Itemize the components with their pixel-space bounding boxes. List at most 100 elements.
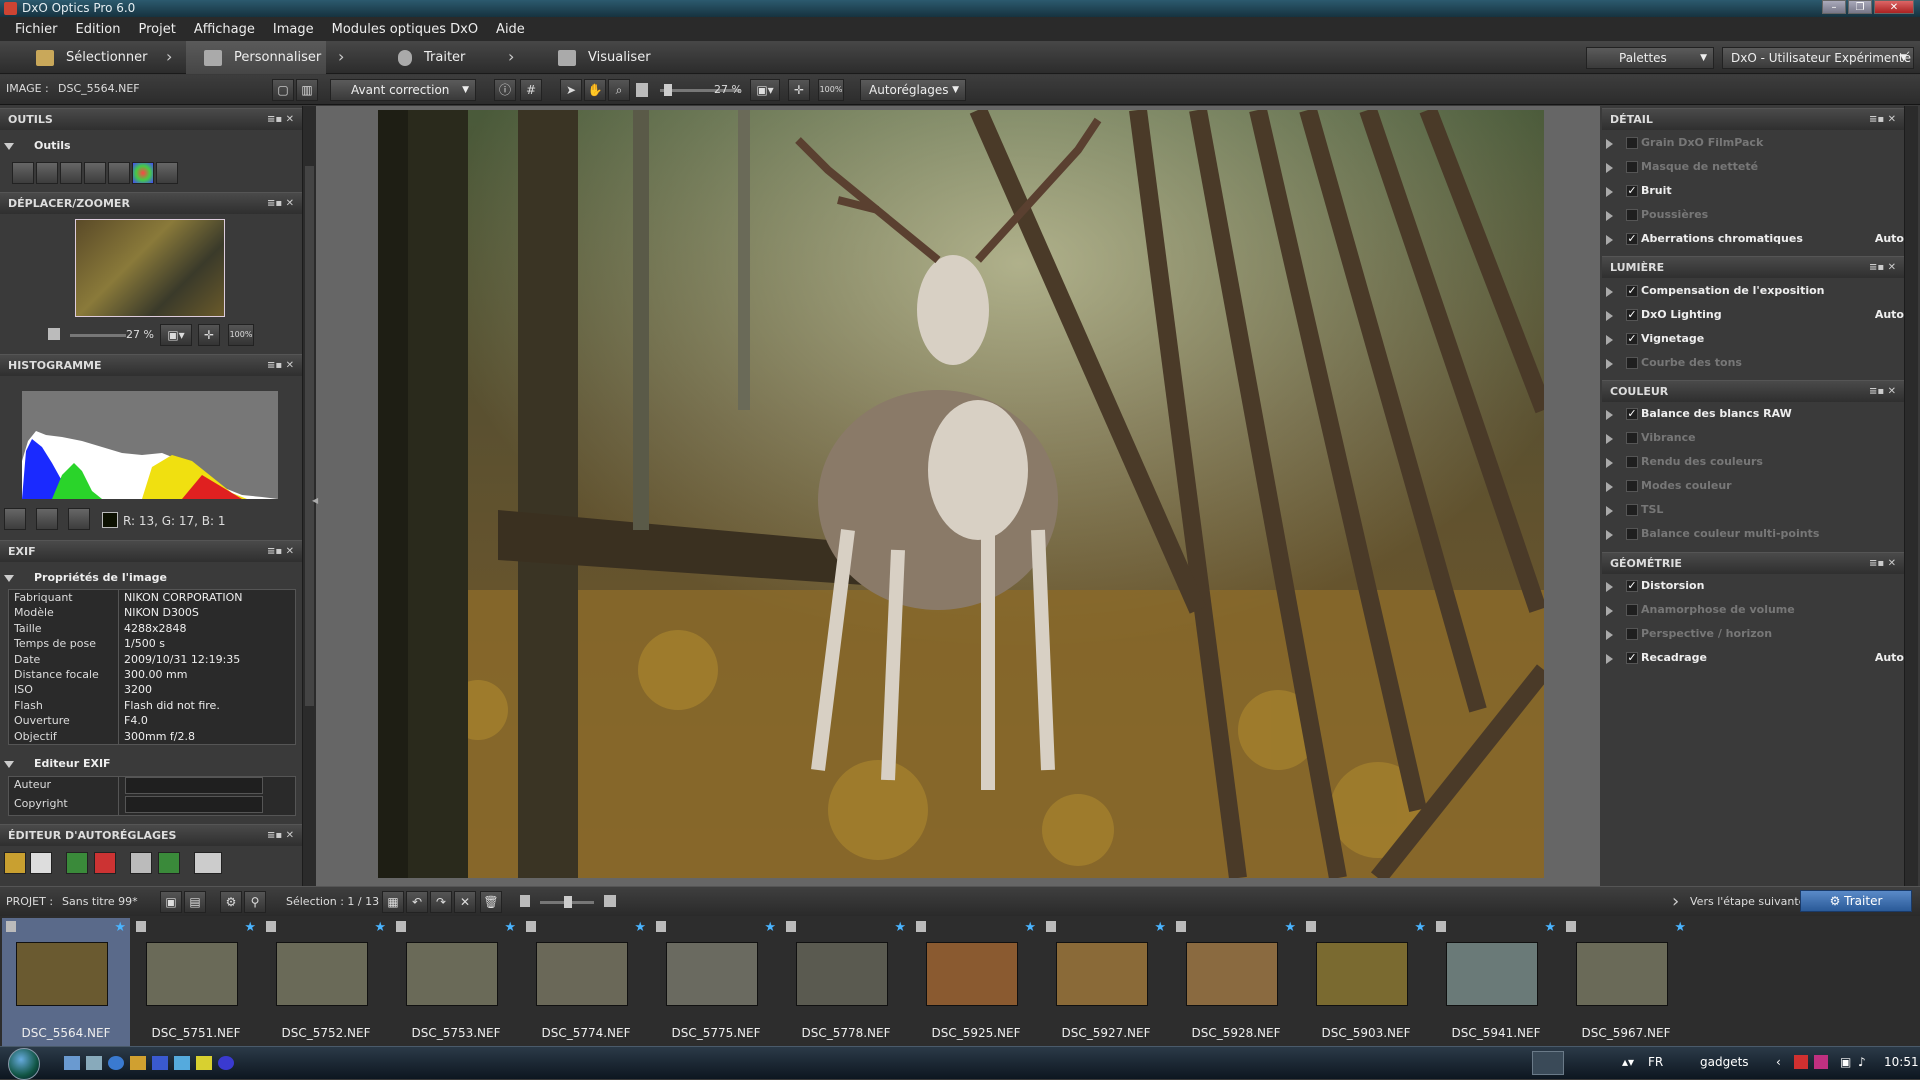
trash-icon[interactable] [656,921,666,932]
explorer-icon[interactable] [86,1056,102,1070]
correction-row-geometrie[interactable]: Anamorphose de volume [1606,598,1904,622]
nav-zoom-slider[interactable] [70,334,126,337]
star-icon[interactable]: ★ [634,920,646,935]
filmstrip-thumbnail[interactable]: ★ DSC_5778.NEF [782,918,910,1046]
correction-row-lumiere[interactable]: ✓ DxO Lighting Auto [1606,303,1904,327]
trash-icon[interactable] [136,921,146,932]
shadow-clip-icon[interactable] [36,508,58,530]
expand-arrow-icon[interactable] [1606,410,1613,420]
rotate-right-button[interactable]: ↷ [430,891,452,913]
reset-button[interactable]: ✕ [454,891,476,913]
trash-icon[interactable] [6,921,16,932]
nav-zoom-out-icon[interactable] [48,328,60,340]
ie-icon[interactable] [108,1056,124,1070]
start-button[interactable] [8,1048,40,1080]
filmstrip-thumbnail[interactable]: ★ DSC_5967.NEF [1562,918,1690,1046]
expand-arrow-icon[interactable] [1606,235,1613,245]
single-view-button[interactable]: ▢ [272,79,294,101]
autoreglages-editor-header[interactable]: ÉDITEUR D'AUTORÉGLAGES ≡▪ ✕ [0,824,302,846]
thumb-small-icon[interactable] [520,895,530,907]
process-button[interactable]: ⚙ Traiter [1800,890,1912,912]
detail-header[interactable]: DÉTAIL ≡▪ ✕ [1602,108,1904,130]
correction-row-lumiere[interactable]: ✓ Compensation de l'exposition [1606,279,1904,303]
close-button[interactable]: ✕ [1874,0,1914,14]
thumb-large-icon[interactable] [604,895,616,907]
trash-icon[interactable] [786,921,796,932]
expand-arrow-icon[interactable] [1606,582,1613,592]
volume-icon[interactable]: ♪ [1858,1055,1866,1069]
outils-subheader[interactable]: Outils [4,139,71,152]
autoreglages-dropdown[interactable]: Autoréglages ▼ [860,79,966,101]
filmstrip-thumbnail[interactable]: ★ DSC_5903.NEF [1302,918,1430,1046]
collapse-left-icon[interactable]: ◀ [312,496,318,505]
filmstrip-sort-button[interactable]: ▤ [184,891,206,913]
open-preset-icon[interactable] [4,852,26,874]
expand-arrow-icon[interactable] [1606,287,1613,297]
geometrie-header[interactable]: GÉOMÉTRIE ≡▪ ✕ [1602,552,1904,574]
lumiere-header[interactable]: LUMIÈRE ≡▪ ✕ [1602,256,1904,278]
menu-image[interactable]: Image [264,22,323,37]
correction-checkbox[interactable] [1626,432,1638,444]
expand-arrow-icon[interactable] [1606,654,1613,664]
compare-view-button[interactable]: ▥ [296,79,318,101]
correction-row-geometrie[interactable]: Perspective / horizon [1606,622,1904,646]
apply-preset-icon[interactable] [194,852,222,874]
grid-button[interactable]: # [520,79,542,101]
menu-edition[interactable]: Edition [67,22,130,37]
correction-row-couleur[interactable]: Modes couleur [1606,474,1904,498]
show-desktop-icon[interactable] [64,1056,80,1070]
nav-zoom-dropdown[interactable]: ▣▾ [160,324,192,346]
maximize-button[interactable]: ❐ [1848,0,1872,14]
network-icon[interactable]: ▣ [1840,1055,1851,1069]
correction-row-detail[interactable]: Grain DxO FilmPack [1606,131,1904,155]
expand-arrow-icon[interactable] [1606,506,1613,516]
trash-icon[interactable] [526,921,536,932]
nav-100-button[interactable]: 100% [228,324,254,346]
outils-header[interactable]: OUTILS ≡▪ ✕ [0,108,302,130]
expand-arrow-icon[interactable] [1606,606,1613,616]
expand-arrow-icon[interactable] [1606,530,1613,540]
trash-icon[interactable] [1046,921,1056,932]
filmstrip-thumbnail[interactable]: ★ DSC_5775.NEF [652,918,780,1046]
app4-icon[interactable] [218,1056,234,1070]
media-icon[interactable] [130,1056,146,1070]
filmstrip-thumbnail[interactable]: ★ DSC_5928.NEF [1172,918,1300,1046]
expand-arrow-icon[interactable] [1606,434,1613,444]
filmstrip-thumbnail[interactable]: ★ DSC_5774.NEF [522,918,650,1046]
crop-tool-icon[interactable] [12,162,34,184]
filmstrip-thumbnail[interactable]: ★ DSC_5927.NEF [1042,918,1170,1046]
menu-aide[interactable]: Aide [487,22,534,37]
minimize-button[interactable]: – [1822,0,1846,14]
correction-row-detail[interactable]: Masque de netteté [1606,155,1904,179]
star-icon[interactable]: ★ [114,920,126,935]
fit-button[interactable]: ✛ [788,79,810,101]
filmstrip-thumbnail[interactable]: ★ DSC_5753.NEF [392,918,520,1046]
expand-arrow-icon[interactable] [1606,163,1613,173]
info-button[interactable]: ⓘ [494,79,516,101]
gadgets-label[interactable]: gadgets [1700,1055,1749,1069]
star-icon[interactable]: ★ [1154,920,1166,935]
step-personnaliser[interactable]: Personnaliser [186,41,326,74]
levels-icon[interactable] [68,508,90,530]
zoom-tool-button[interactable]: ⌕ [608,79,630,101]
perspective-tool-icon[interactable] [84,162,106,184]
correction-row-couleur[interactable]: Vibrance [1606,426,1904,450]
trash-icon[interactable] [1306,921,1316,932]
step-traiter[interactable]: Traiter [398,41,498,74]
pencil-tool-icon[interactable] [36,162,58,184]
step-selectionner[interactable]: Sélectionner [36,41,176,74]
copyright-input[interactable] [125,796,263,813]
star-icon[interactable]: ★ [1544,920,1556,935]
correction-checkbox[interactable] [1626,456,1638,468]
dxo-task-button[interactable] [1532,1051,1564,1075]
save-preset-icon[interactable] [66,852,88,874]
correction-checkbox[interactable]: ✓ [1626,233,1638,245]
star-icon[interactable]: ★ [764,920,776,935]
expand-arrow-icon[interactable] [1606,359,1613,369]
correction-row-geometrie[interactable]: ✓ Recadrage Auto [1606,646,1904,670]
zoom-100-button[interactable]: 100% [818,79,844,101]
correction-row-couleur[interactable]: Balance couleur multi-points [1606,522,1904,546]
filmstrip-thumbnail[interactable]: ★ DSC_5941.NEF [1432,918,1560,1046]
step-visualiser[interactable]: Visualiser [558,41,678,74]
star-icon[interactable]: ★ [1284,920,1296,935]
